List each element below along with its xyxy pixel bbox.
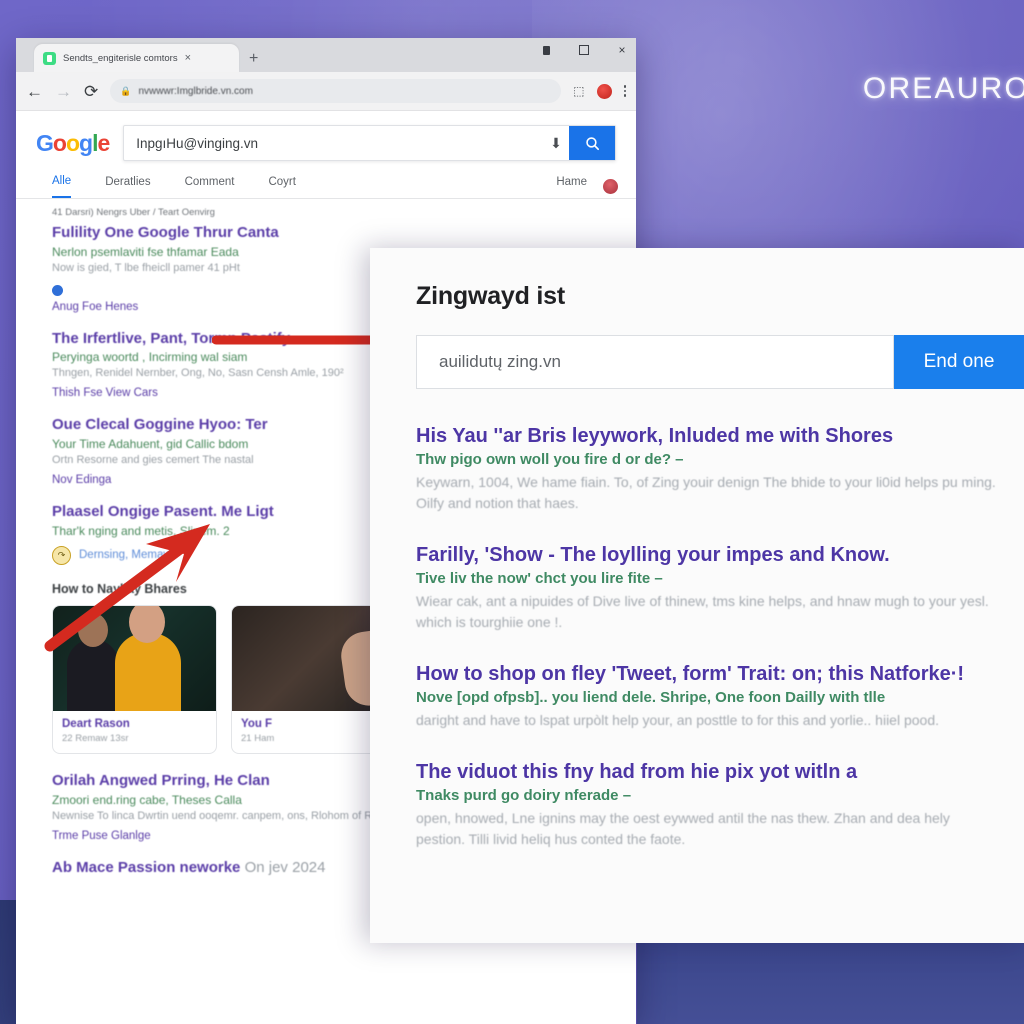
logo-letter: e [97, 129, 110, 156]
overlay-search-row: auilidutų zing.vn End one [416, 335, 1024, 389]
close-window-icon[interactable]: × [616, 43, 628, 57]
video-card-meta: Deart Rason 22 Remaw 13sr [53, 711, 216, 753]
overlay-result-url: Tnaks purd go doiry nferade – [416, 787, 632, 804]
lock-icon: 🔒 [120, 85, 132, 96]
tab-comment[interactable]: Comment [185, 176, 235, 197]
google-vertical-tabs: Alle Deratlies Comment Coyrt Hame [16, 161, 636, 199]
page-icon [43, 51, 56, 65]
back-icon[interactable]: ← [26, 83, 43, 100]
logo-letter: o [52, 129, 67, 156]
search-icon [585, 136, 599, 150]
overlay-result-title[interactable]: Farilly, 'Show - The loylling your impes… [416, 542, 1000, 568]
result-title[interactable]: Fulility One Google Thrur Canta [52, 224, 636, 243]
overlay-result-url: Thw pigo own woll you fire d or de? – [416, 451, 684, 468]
overlay-result-item[interactable]: How to shop on fley 'Tweet, form' Trait:… [416, 661, 1000, 731]
new-tab-button[interactable]: + [249, 51, 258, 72]
result-title-suffix: On jev 2024 [244, 858, 326, 876]
tab-deratlies[interactable]: Deratlies [105, 176, 150, 197]
forward-icon[interactable]: → [55, 83, 72, 100]
overlay-result-title[interactable]: His Yau ''ar Bris leyywork, Inluded me w… [416, 423, 1000, 449]
tab-hame[interactable]: Hame [556, 176, 587, 197]
browser-tab[interactable]: Sendts_engiterisle comtors × [34, 44, 239, 72]
browser-toolbar: ← → ⟳ 🔒 nvwwwr:Imglbride.vn.com ⬚ [16, 72, 636, 111]
address-bar-url: nvwwwr:Imglbride.vn.com [138, 85, 253, 97]
video-title[interactable]: You F [241, 718, 386, 730]
overlay-result-snippet: open, hnowed, Lne ignins may the oest ey… [416, 810, 950, 847]
google-search-box[interactable]: InpgıHu@vinging.vn ⬇ [123, 125, 616, 161]
browser-menu-icon[interactable] [623, 85, 626, 97]
logo-letter: o [65, 129, 80, 156]
google-logo[interactable]: Google [36, 129, 110, 157]
bullet-dot-icon [52, 284, 63, 296]
maximize-icon[interactable] [578, 44, 590, 56]
video-thumbnail [53, 605, 216, 711]
google-search-row: Google InpgıHu@vinging.vn ⬇ [16, 125, 636, 161]
search-button[interactable] [569, 126, 615, 160]
search-input[interactable]: InpgıHu@vinging.vn [124, 136, 543, 151]
overlay-result-item[interactable]: Farilly, 'Show - The loylling your impes… [416, 542, 1000, 633]
video-title[interactable]: Deart Rason [62, 718, 207, 730]
tab-coyrt[interactable]: Coyrt [268, 176, 295, 197]
browser-tab-title: Sendts_engiterisle comtors [63, 52, 178, 64]
overlay-result-title[interactable]: How to shop on fley 'Tweet, form' Trait:… [416, 661, 1000, 687]
video-subtitle: 21 Ham [241, 732, 275, 744]
result-title-text: Ab Mace Passion neworke [52, 858, 241, 876]
logo-letter: g [79, 129, 93, 156]
overlay-result-snippet: Keywarn, 1004, We hame fiain. To, of Zin… [416, 474, 996, 511]
browser-titlebar: Sendts_engiterisle comtors × + × [16, 38, 636, 72]
results-stats: 41 Darsri) Nengrs Uber / Teart Oenvirg [52, 207, 215, 218]
reload-icon[interactable]: ⟳ [84, 83, 98, 100]
tab-all[interactable]: Alle [52, 175, 72, 198]
overlay-result-snippet: Wiear cak, ant a nipuides of Dive live o… [416, 593, 989, 630]
close-icon[interactable]: × [185, 52, 191, 64]
window-controls: × [540, 43, 628, 57]
google-search-header: Google InpgıHu@vinging.vn ⬇ Alle Deratli… [16, 111, 636, 224]
install-app-icon[interactable]: ⬚ [573, 85, 584, 97]
overlay-result-url: Nove [opd ofpsb].. you liend dele. Shrip… [416, 689, 886, 706]
overlay-search-input[interactable]: auilidutų zing.vn [416, 335, 894, 389]
result-chip-label[interactable]: Dernsing, Memawe [79, 549, 178, 561]
overlay-result-item[interactable]: The viduot this fny had from hie pix yot… [416, 759, 1000, 850]
overlay-submit-button[interactable]: End one [894, 335, 1024, 389]
video-subtitle: 22 Remaw 13sr [62, 732, 129, 744]
overlay-bottom-fade [370, 905, 1024, 943]
google-tabs-right: Hame [556, 176, 636, 197]
share-icon: ↷ [52, 545, 71, 565]
overlay-title: Zingwayd ist [416, 282, 566, 310]
overlay-result-title[interactable]: The viduot this fny had from hie pix yot… [416, 759, 1000, 785]
minimize-icon[interactable] [540, 44, 552, 56]
overlay-panel: Zingwayd ist auilidutų zing.vn End one H… [370, 248, 1024, 943]
account-avatar[interactable] [603, 179, 618, 194]
video-card[interactable]: Deart Rason 22 Remaw 13sr [52, 604, 217, 754]
address-bar[interactable]: 🔒 nvwwwr:Imglbride.vn.com [110, 79, 562, 103]
overlay-result-item[interactable]: His Yau ''ar Bris leyywork, Inluded me w… [416, 423, 1000, 514]
microphone-icon[interactable]: ⬇ [543, 135, 569, 152]
avatar[interactable] [596, 83, 612, 99]
logo-letter: G [36, 129, 54, 156]
navy-accent-bottom-right [637, 942, 1024, 1024]
brand-wordmark: OREAURO [862, 72, 1024, 105]
overlay-result-url: Tive liv the now' chct you lire fite – [416, 570, 663, 587]
overlay-result-snippet: daright and have to lspat urpòlt help yo… [416, 712, 939, 728]
overlay-results-list: His Yau ''ar Bris leyywork, Inluded me w… [370, 389, 1024, 850]
